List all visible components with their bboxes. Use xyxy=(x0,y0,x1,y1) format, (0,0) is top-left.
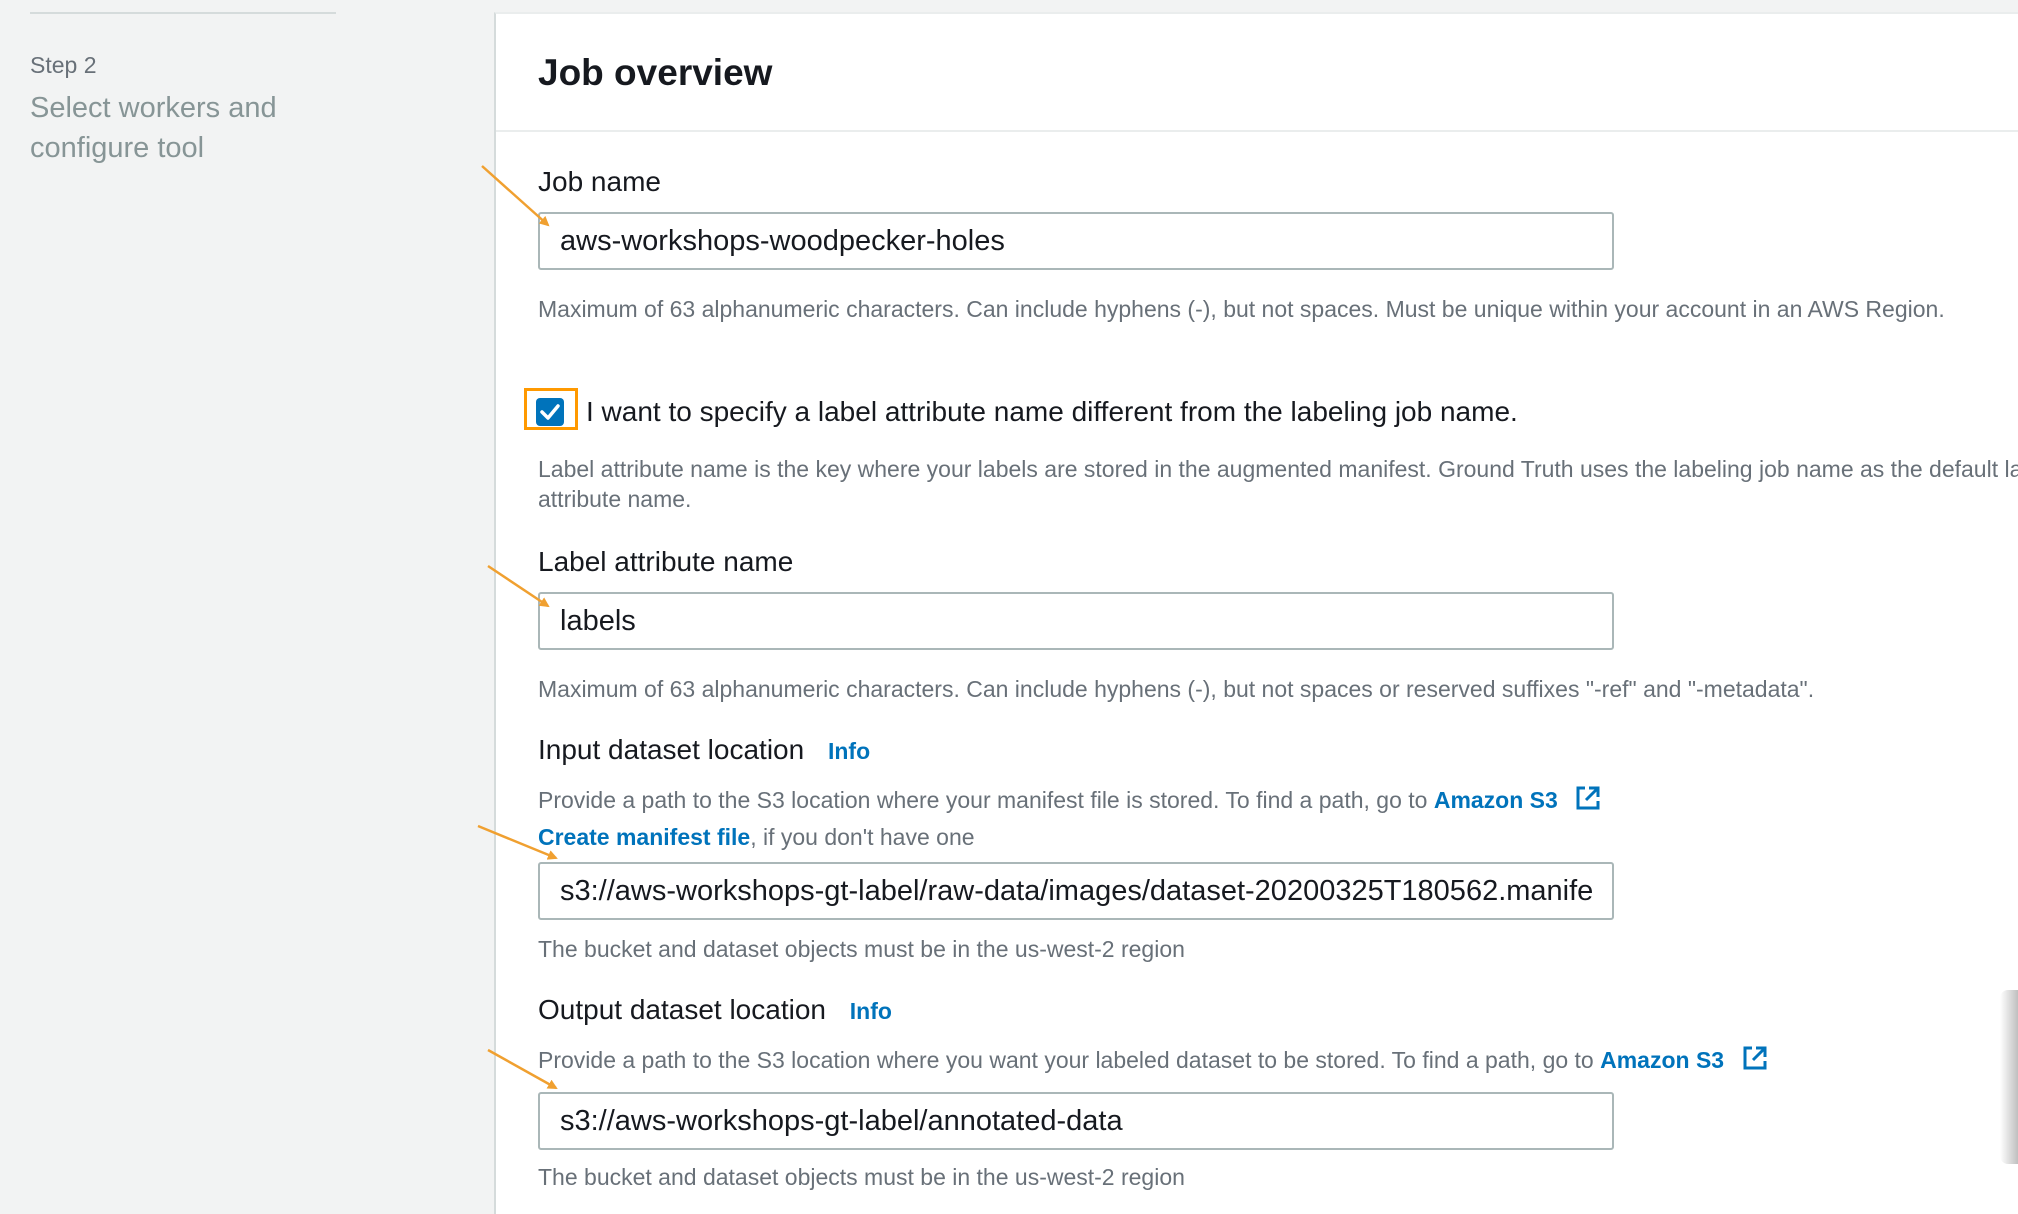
external-link-icon[interactable] xyxy=(1574,784,1602,819)
job-name-input[interactable] xyxy=(538,212,1614,270)
output-location-info-link[interactable]: Info xyxy=(850,998,892,1024)
input-location-info-link[interactable]: Info xyxy=(828,738,870,764)
step-number: Step 2 xyxy=(30,52,97,78)
output-location-hint-text: Provide a path to the S3 location where … xyxy=(538,1047,1594,1073)
output-location-row: Output dataset location Info xyxy=(538,994,892,1026)
label-attribute-hint: Maximum of 63 alphanumeric characters. C… xyxy=(538,676,1815,702)
input-region-hint: The bucket and dataset objects must be i… xyxy=(538,936,1185,962)
external-link-icon[interactable] xyxy=(1741,1044,1769,1079)
output-location-hint: Provide a path to the S3 location where … xyxy=(538,1044,1769,1079)
create-manifest-link[interactable]: Create manifest file xyxy=(538,824,750,850)
label-attribute-label: Label attribute name xyxy=(538,546,794,577)
output-region-hint: The bucket and dataset objects must be i… xyxy=(538,1164,1185,1190)
sidebar-step-link[interactable]: Select workers and configure tool xyxy=(30,88,330,168)
label-attribute-input[interactable] xyxy=(538,592,1614,650)
input-amazon-s3-link[interactable]: Amazon S3 xyxy=(1434,787,1558,813)
input-location-label: Input dataset location xyxy=(538,734,805,765)
input-location-input[interactable] xyxy=(538,862,1614,920)
job-overview-panel: Job overview Job name Maximum of 63 alph… xyxy=(494,12,2018,1214)
input-location-hint-text: Provide a path to the S3 location where … xyxy=(538,787,1428,813)
output-location-label: Output dataset location xyxy=(538,994,826,1025)
sidebar-divider xyxy=(30,12,336,14)
label-attribute-checkbox-label[interactable]: I want to specify a label attribute name… xyxy=(586,396,1518,428)
job-name-hint: Maximum of 63 alphanumeric characters. C… xyxy=(538,296,1945,322)
input-location-row: Input dataset location Info xyxy=(538,734,870,766)
scroll-edge xyxy=(2000,990,2018,1164)
checkmark-icon xyxy=(540,404,560,420)
page-title: Job overview xyxy=(538,52,773,93)
wizard-sidebar: Step 2 Select workers and configure tool xyxy=(0,0,400,1164)
manifest-hint: Create manifest file, if you don't have … xyxy=(538,822,975,852)
output-location-input[interactable] xyxy=(538,1092,1614,1150)
output-amazon-s3-link[interactable]: Amazon S3 xyxy=(1600,1047,1724,1073)
label-attribute-checkbox[interactable] xyxy=(536,398,564,426)
job-name-label: Job name xyxy=(538,166,661,197)
label-attribute-checkbox-hint: Label attribute name is the key where yo… xyxy=(538,456,2018,512)
panel-header: Job overview xyxy=(496,14,2018,132)
input-location-hint: Provide a path to the S3 location where … xyxy=(538,784,1602,819)
manifest-hint-suffix: , if you don't have one xyxy=(750,824,975,850)
